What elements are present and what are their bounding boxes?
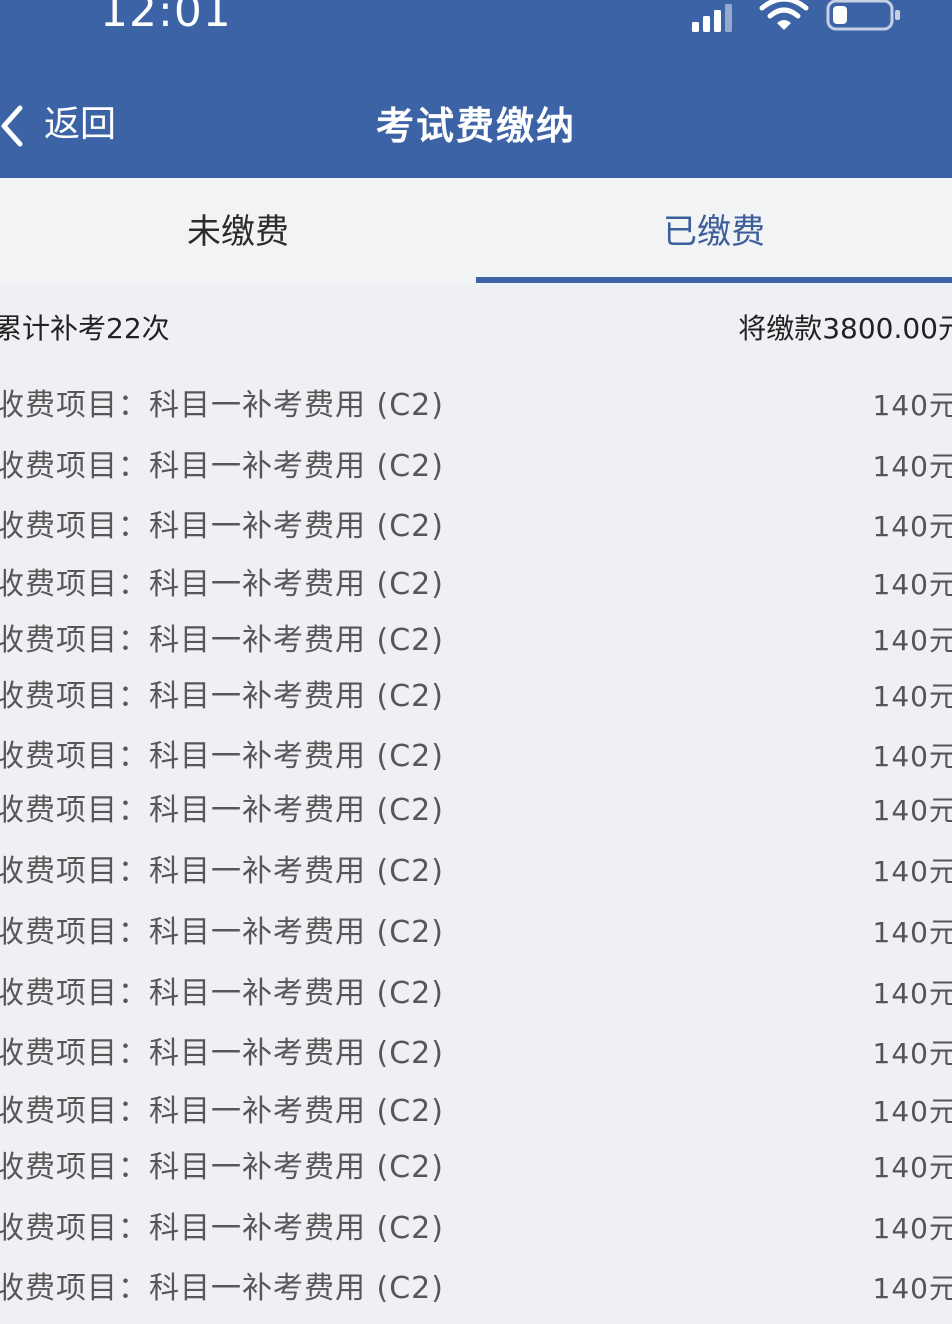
fee-item-label: 收费项目：科目一补考费用 (C2) bbox=[0, 793, 444, 828]
fee-item-amount: 140元 bbox=[872, 794, 952, 827]
app-header: 12:01 返回 考试费缴纳 bbox=[0, 0, 952, 178]
fee-item-row: 收费项目：科目一补考费用 (C2) 140元 bbox=[0, 1263, 952, 1315]
fee-item-label: 收费项目：科目一补考费用 (C2) bbox=[0, 509, 444, 544]
fee-item-amount: 140元 bbox=[872, 977, 952, 1010]
fee-item-label: 收费项目：科目一补考费用 (C2) bbox=[0, 739, 444, 774]
wifi-icon bbox=[759, 0, 809, 30]
fee-item-row: 收费项目：科目一补考费用 (C2) 140元 bbox=[0, 1142, 952, 1194]
fee-item-row: 收费项目：科目一补考费用 (C2) 140元 bbox=[0, 907, 952, 959]
fee-item-label: 收费项目：科目一补考费用 (C2) bbox=[0, 567, 444, 602]
fee-item-amount: 140元 bbox=[872, 1095, 952, 1128]
fee-item-row: 收费项目：科目一补考费用 (C2) 140元 bbox=[0, 1086, 952, 1138]
total-amount: 将缴款3800.00元 bbox=[738, 312, 952, 345]
page-title: 考试费缴纳 bbox=[375, 104, 576, 148]
fee-item-amount: 140元 bbox=[872, 916, 952, 949]
fee-item-amount: 140元 bbox=[872, 510, 952, 543]
fee-item-row: 收费项目：科目一补考费用 (C2) 140元 bbox=[0, 559, 952, 611]
fee-item-row: 收费项目：科目一补考费用 (C2) 140元 bbox=[0, 671, 952, 723]
fee-item-amount: 140元 bbox=[872, 680, 952, 713]
fee-item-amount: 140元 bbox=[872, 1212, 952, 1245]
fee-item-row: 收费项目：科目一补考费用 (C2) 140元 bbox=[0, 380, 952, 432]
signal-icon bbox=[692, 4, 732, 32]
fee-item-label: 收费项目：科目一补考费用 (C2) bbox=[0, 623, 444, 658]
tab-unpaid-label: 未缴费 bbox=[187, 212, 289, 252]
fee-item-label: 收费项目：科目一补考费用 (C2) bbox=[0, 449, 444, 484]
tab-paid[interactable]: 已缴费 bbox=[476, 178, 952, 284]
fee-item-amount: 140元 bbox=[872, 855, 952, 888]
battery-icon bbox=[826, 0, 900, 31]
tab-bar: 未缴费 已缴费 bbox=[0, 178, 952, 284]
tab-selected-indicator bbox=[476, 277, 952, 283]
fee-item-label: 收费项目：科目一补考费用 (C2) bbox=[0, 976, 444, 1011]
fee-item-amount: 140元 bbox=[872, 1272, 952, 1305]
fee-item-row: 收费项目：科目一补考费用 (C2) 140元 bbox=[0, 1203, 952, 1255]
fee-item-row: 收费项目：科目一补考费用 (C2) 140元 bbox=[0, 615, 952, 667]
fee-item-amount: 140元 bbox=[872, 568, 952, 601]
fee-item-row: 收费项目：科目一补考费用 (C2) 140元 bbox=[0, 968, 952, 1020]
tab-unpaid[interactable]: 未缴费 bbox=[0, 178, 476, 284]
fee-item-label: 收费项目：科目一补考费用 (C2) bbox=[0, 1150, 444, 1185]
retake-count: 累计补考22次 bbox=[0, 312, 170, 345]
fee-item-label: 收费项目：科目一补考费用 (C2) bbox=[0, 1036, 444, 1071]
fee-item-row: 收费项目：科目一补考费用 (C2) 140元 bbox=[0, 1028, 952, 1080]
tab-paid-label: 已缴费 bbox=[663, 212, 765, 252]
fee-item-row: 收费项目：科目一补考费用 (C2) 140元 bbox=[0, 785, 952, 837]
screen: 12:01 返回 考试费缴纳 未缴费 已缴费 累计补考22次 将缴款3800.0… bbox=[0, 0, 952, 1324]
fee-item-amount: 140元 bbox=[872, 1037, 952, 1070]
status-time: 12:01 bbox=[100, 0, 232, 37]
fee-item-label: 收费项目：科目一补考费用 (C2) bbox=[0, 1271, 444, 1306]
fee-item-amount: 140元 bbox=[872, 740, 952, 773]
fee-item-row: 收费项目：科目一补考费用 (C2) 140元 bbox=[0, 846, 952, 898]
fee-item-label: 收费项目：科目一补考费用 (C2) bbox=[0, 854, 444, 889]
fee-item-row: 收费项目：科目一补考费用 (C2) 140元 bbox=[0, 441, 952, 493]
fee-item-row: 收费项目：科目一补考费用 (C2) 140元 bbox=[0, 731, 952, 783]
fee-item-amount: 140元 bbox=[872, 450, 952, 483]
fee-item-label: 收费项目：科目一补考费用 (C2) bbox=[0, 1211, 444, 1246]
fee-item-label: 收费项目：科目一补考费用 (C2) bbox=[0, 1094, 444, 1129]
fee-item-row: 收费项目：科目一补考费用 (C2) 140元 bbox=[0, 501, 952, 553]
fee-item-amount: 140元 bbox=[872, 624, 952, 657]
fee-item-amount: 140元 bbox=[872, 389, 952, 422]
fee-item-label: 收费项目：科目一补考费用 (C2) bbox=[0, 388, 444, 423]
fee-item-amount: 140元 bbox=[872, 1151, 952, 1184]
summary-row: 累计补考22次 将缴款3800.00元 bbox=[0, 296, 952, 366]
fee-item-label: 收费项目：科目一补考费用 (C2) bbox=[0, 915, 444, 950]
fee-item-label: 收费项目：科目一补考费用 (C2) bbox=[0, 679, 444, 714]
